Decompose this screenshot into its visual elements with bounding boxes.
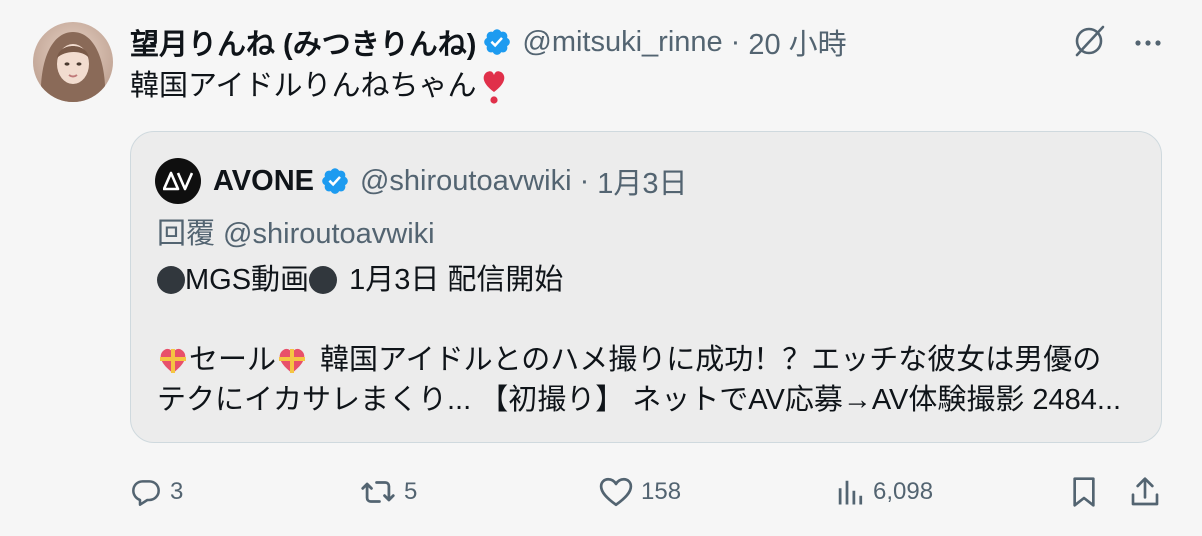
quoted-display-name[interactable]: AVONE [213,165,314,198]
heart-gift-icon [276,344,308,376]
bookmark-button[interactable] [1070,470,1098,514]
quoted-reply-to: 回覆 @shiroutoavwiki [157,218,435,250]
reply-icon [130,476,162,508]
author-handle[interactable]: @mitsuki_rinne [522,26,722,59]
share-button[interactable] [1130,470,1160,514]
tweet-header: 望月りんね (みつきりんね) @mitsuki_rinne · 20 小時 [130,22,847,62]
tweet-text: 韓国アイドルりんねちゃん [130,66,509,106]
separator-dot: · [579,164,590,197]
share-icon [1130,476,1160,508]
bookmark-icon [1070,476,1098,508]
more-icon[interactable] [1134,35,1162,53]
quoted-line-1: MGS動画 1月3日 配信開始 [157,260,1147,300]
views-count: 6,098 [873,478,934,505]
quoted-line-1-text: MGS動画 [185,264,310,296]
like-icon [599,476,633,508]
author-display-name[interactable]: 望月りんね (みつきりんね) [130,21,476,63]
black-circle-icon [309,266,338,294]
quoted-line-3-text: テクにイカサレまくり... 【初撮り】 ネットでAV応募→AV体験撮影 2484… [157,384,1122,416]
tweet[interactable]: 望月りんね (みつきりんね) @mitsuki_rinne · 20 小時 韓国… [0,0,1202,536]
quoted-handle[interactable]: @shiroutoavwiki [360,165,572,198]
heart-gift-icon [157,344,189,376]
retweet-count: 5 [404,478,418,505]
verified-badge-icon[interactable] [320,166,350,196]
reply-button[interactable]: 3 [130,470,183,514]
heart-exclamation-icon [479,66,509,106]
quoted-line-3: テクにイカサレまくり... 【初撮り】 ネットでAV応募→AV体験撮影 2484… [157,380,1147,420]
quoted-tweet-header: AVONE @shiroutoavwiki · 1月3日 [155,158,688,204]
separator-dot: · [730,25,741,58]
quoted-body: MGS動画 1月3日 配信開始 セール 韓国アイドルとのハメ撮りに成功！？エッチ… [157,260,1147,420]
retweet-icon [360,476,396,508]
like-count: 158 [641,478,682,505]
header-actions [1072,24,1162,63]
quoted-line-2-text: 韓国アイドルとのハメ撮りに成功！？エッチな彼女は男優の [320,344,1102,376]
black-circle-icon [157,266,185,294]
quoted-avatar[interactable] [155,158,201,204]
reply-count: 3 [170,478,184,505]
tweet-text-content: 韓国アイドルりんねちゃん [130,70,477,102]
tweet-timestamp[interactable]: 20 小時 [748,21,846,63]
author-avatar[interactable] [33,22,113,102]
grok-icon[interactable] [1072,24,1106,63]
views-button[interactable]: 6,098 [835,470,933,514]
verified-badge-icon[interactable] [482,27,512,57]
quoted-line-2-sale: セール [189,344,277,376]
quoted-line-2: セール 韓国アイドルとのハメ撮りに成功！？エッチな彼女は男優の [157,340,1147,380]
views-icon [835,477,865,507]
quoted-line-1-suffix: 1月3日 配信開始 [349,264,564,296]
action-bar: 3 5 158 6,098 [130,470,1162,514]
quoted-tweet[interactable]: AVONE @shiroutoavwiki · 1月3日 回覆 @shirout… [130,131,1162,443]
retweet-button[interactable]: 5 [360,470,417,514]
quoted-date[interactable]: 1月3日 [597,160,687,202]
like-button[interactable]: 158 [599,470,681,514]
